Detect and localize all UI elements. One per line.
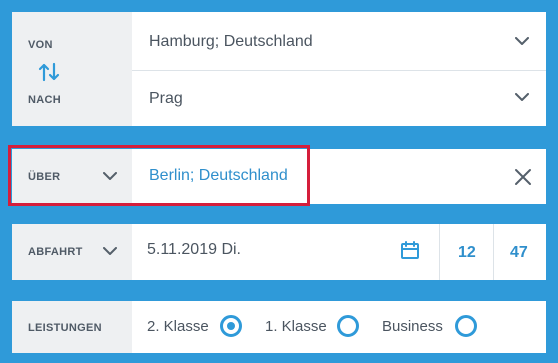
from-label: VON <box>28 39 53 51</box>
via-value: Berlin; Deutschland <box>149 167 288 184</box>
services-card: LEISTUNGEN 2. Klasse 1. Klasse Business <box>12 301 546 353</box>
chevron-down-icon <box>515 93 529 102</box>
option-label: Business <box>382 318 443 335</box>
radio-icon[interactable] <box>455 315 477 337</box>
minute-field[interactable]: 47 <box>494 224 546 280</box>
swap-button[interactable] <box>36 60 62 84</box>
departure-label: ABFAHRT <box>28 246 83 258</box>
calendar-icon <box>400 240 420 265</box>
from-value: Hamburg; Deutschland <box>149 33 313 50</box>
via-card: ÜBER Berlin; Deutschland <box>12 149 546 204</box>
hour-value: 12 <box>458 244 476 261</box>
date-value: 5.11.2019 Di. <box>147 241 241 258</box>
option-label: 1. Klasse <box>265 318 327 335</box>
chevron-down-icon <box>103 172 117 181</box>
to-field[interactable]: Prag <box>132 71 546 126</box>
services-label: LEISTUNGEN <box>28 322 102 334</box>
departure-card: ABFAHRT 5.11.2019 Di. 12 47 <box>12 224 546 280</box>
close-icon <box>515 169 531 185</box>
from-field[interactable]: Hamburg; Deutschland <box>132 12 546 70</box>
services-label-column: LEISTUNGEN <box>12 301 132 353</box>
minute-value: 47 <box>510 244 528 261</box>
radio-icon[interactable] <box>337 315 359 337</box>
chevron-down-icon <box>103 247 117 256</box>
to-value: Prag <box>149 90 183 107</box>
via-label: ÜBER <box>28 171 61 183</box>
via-input[interactable]: Berlin; Deutschland <box>132 149 502 204</box>
swap-icon <box>38 62 60 82</box>
clear-via-button[interactable] <box>514 168 532 186</box>
hour-field[interactable]: 12 <box>440 224 493 280</box>
date-field[interactable]: 5.11.2019 Di. <box>132 224 438 280</box>
radio-selected-icon[interactable] <box>220 315 242 337</box>
via-label-column[interactable]: ÜBER <box>12 149 132 204</box>
to-label: NACH <box>28 94 61 106</box>
route-label-column <box>12 12 132 126</box>
option-label: 2. Klasse <box>147 318 209 335</box>
route-card: VON NACH Hamburg; Deutschland Prag <box>12 12 546 126</box>
departure-mode-select[interactable]: ABFAHRT <box>12 224 132 280</box>
chevron-down-icon <box>515 37 529 46</box>
